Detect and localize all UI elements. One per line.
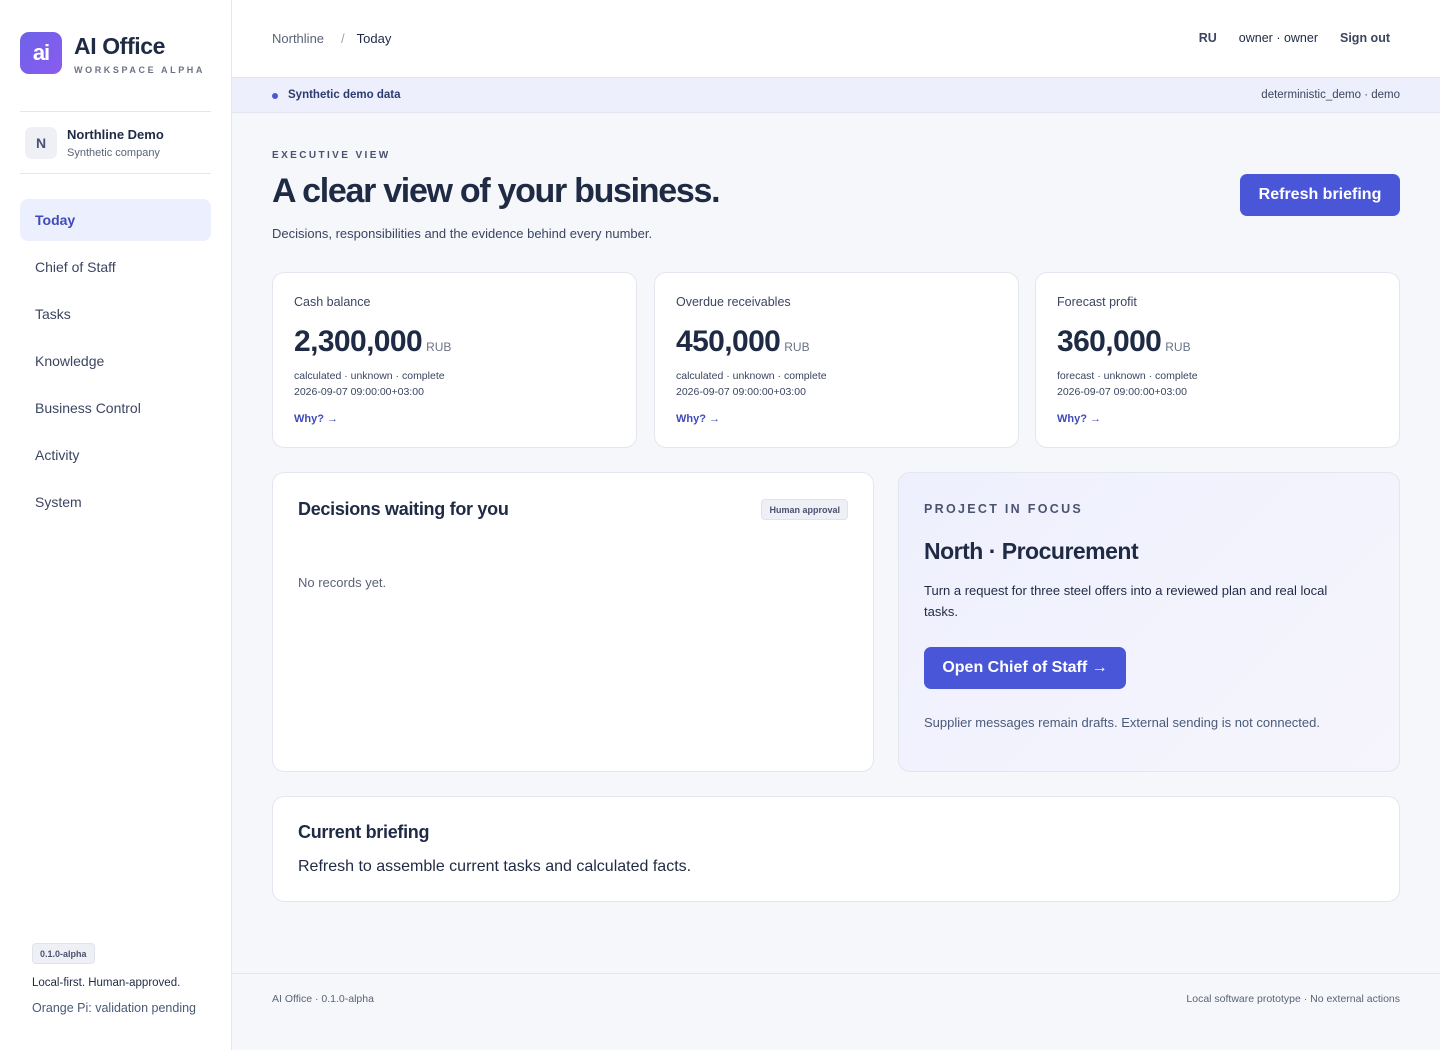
kpi-why-link[interactable]: Why? → <box>676 413 720 425</box>
company-switcher[interactable]: N Northline Demo Synthetic company <box>25 127 164 159</box>
kpi-value: 2,300,000 <box>294 325 423 358</box>
kpi-unit: RUB <box>784 340 810 354</box>
sidebar-divider <box>20 111 211 112</box>
page-subtitle: Decisions, responsibilities and the evid… <box>272 226 653 241</box>
refresh-briefing-button[interactable]: Refresh briefing <box>1240 174 1400 216</box>
sidebar-item-knowledge[interactable]: Knowledge <box>20 340 211 382</box>
user-label: owner · owner <box>1238 31 1318 45</box>
sidebar: ai AI Office WORKSPACE ALPHA N Northline… <box>0 0 232 1050</box>
kpi-card-overdue-receivables: Overdue receivables 450,000 RUB calculat… <box>654 272 1019 448</box>
footer-version: AI Office · 0.1.0-alpha <box>272 993 374 1005</box>
kpi-value: 450,000 <box>676 325 781 358</box>
brand: ai AI Office WORKSPACE ALPHA <box>20 32 205 75</box>
focus-note: Supplier messages remain drafts. Externa… <box>924 715 1320 730</box>
footer-note: Local software prototype · No external a… <box>1186 993 1400 1005</box>
kpi-why-link[interactable]: Why? → <box>1057 413 1101 425</box>
app-name: AI Office <box>74 33 165 59</box>
demo-banner-label: Synthetic demo data <box>288 89 401 101</box>
sidebar-item-today[interactable]: Today <box>20 199 211 241</box>
kpi-card-forecast-profit: Forecast profit 360,000 RUB forecast · u… <box>1035 272 1400 448</box>
language-toggle[interactable]: RU <box>1199 31 1217 45</box>
sidebar-divider <box>20 173 211 174</box>
app-subtitle: WORKSPACE ALPHA <box>74 65 205 75</box>
kpi-label: Overdue receivables <box>676 295 791 309</box>
kpi-label: Cash balance <box>294 295 371 309</box>
kpi-meta: calculated · unknown · complete <box>294 370 445 382</box>
app-logo-icon: ai <box>20 32 62 74</box>
footer: AI Office · 0.1.0-alpha Local software p… <box>232 973 1440 1050</box>
demo-banner: Synthetic demo data deterministic_demo ·… <box>232 78 1440 113</box>
focus-description: Turn a request for three steel offers in… <box>924 583 1328 619</box>
company-avatar: N <box>25 127 57 159</box>
topbar-actions: RU owner · owner Sign out <box>1199 31 1390 45</box>
page-title: A clear view of your business. <box>272 172 721 210</box>
local-first-note: Local-first. Human-approved. <box>32 977 181 989</box>
sidebar-item-business-control[interactable]: Business Control <box>20 387 211 429</box>
briefing-title: Current briefing <box>298 822 430 842</box>
breadcrumb-northline[interactable]: Northline <box>272 31 324 46</box>
focus-title: North · Procurement <box>924 538 1139 564</box>
topbar: Northline / Today RU owner · owner Sign … <box>232 0 1440 78</box>
kpi-why-link[interactable]: Why? → <box>294 413 338 425</box>
sidebar-item-activity[interactable]: Activity <box>20 434 211 476</box>
kpi-timestamp: 2026-09-07 09:00:00+03:00 <box>676 386 806 398</box>
kpi-timestamp: 2026-09-07 09:00:00+03:00 <box>1057 386 1187 398</box>
kpi-timestamp: 2026-09-07 09:00:00+03:00 <box>294 386 424 398</box>
kpi-meta: calculated · unknown · complete <box>676 370 827 382</box>
kpi-label: Forecast profit <box>1057 295 1137 309</box>
company-subtitle: Synthetic company <box>67 147 160 159</box>
sidebar-item-system[interactable]: System <box>20 481 211 523</box>
sidebar-item-chief-of-staff[interactable]: Chief of Staff <box>20 246 211 288</box>
focus-eyebrow: PROJECT IN FOCUS <box>924 502 1084 516</box>
status-dot-icon <box>272 93 278 99</box>
breadcrumb: Northline / Today <box>272 31 391 46</box>
kpi-meta: forecast · unknown · complete <box>1057 370 1198 382</box>
breadcrumb-today: Today <box>356 31 392 46</box>
sidebar-item-tasks[interactable]: Tasks <box>20 293 211 335</box>
page-eyebrow: EXECUTIVE VIEW <box>272 150 391 161</box>
sign-out-button[interactable]: Sign out <box>1340 31 1390 45</box>
decisions-panel: Decisions waiting for you Human approval… <box>272 472 874 772</box>
decisions-title: Decisions waiting for you <box>298 499 509 519</box>
company-name: Northline Demo <box>67 127 164 142</box>
validation-status: Orange Pi: validation pending <box>32 1001 197 1015</box>
open-chief-of-staff-button[interactable]: Open Chief of Staff → <box>924 647 1126 689</box>
project-focus-panel: PROJECT IN FOCUS North · Procurement Tur… <box>898 472 1400 772</box>
demo-mode-label: deterministic_demo · demo <box>1261 89 1400 101</box>
human-approval-badge: Human approval <box>761 499 848 520</box>
kpi-unit: RUB <box>426 340 452 354</box>
kpi-value: 360,000 <box>1057 325 1162 358</box>
version-badge: 0.1.0-alpha <box>32 943 95 964</box>
sidebar-nav: Today Chief of Staff Tasks Knowledge Bus… <box>20 199 211 528</box>
empty-state: No records yet. <box>298 575 387 590</box>
kpi-card-cash-balance: Cash balance 2,300,000 RUB calculated · … <box>272 272 637 448</box>
breadcrumb-separator: / <box>341 31 345 46</box>
current-briefing-panel: Current briefing Refresh to assemble cur… <box>272 796 1400 902</box>
briefing-text: Refresh to assemble current tasks and ca… <box>298 858 692 875</box>
kpi-unit: RUB <box>1165 340 1191 354</box>
